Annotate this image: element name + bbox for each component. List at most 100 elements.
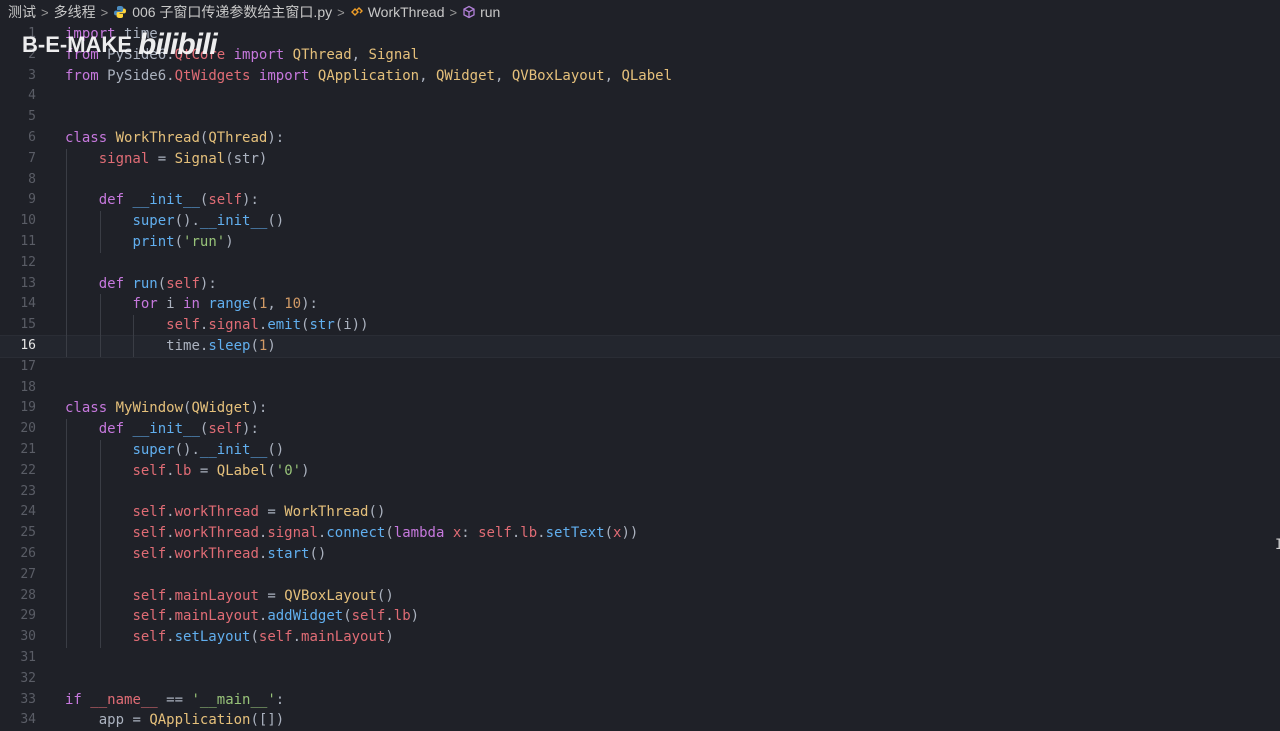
line-number[interactable]: 16 [0, 336, 36, 357]
code-text[interactable]: def __init__(self): [65, 190, 259, 211]
line-number[interactable]: 12 [0, 253, 36, 274]
line-number[interactable]: 31 [0, 648, 36, 669]
line-number[interactable]: 20 [0, 419, 36, 440]
code-text[interactable]: super().__init__() [65, 211, 284, 232]
code-line[interactable]: 4 [0, 86, 1280, 107]
code-text[interactable]: self.workThread.signal.connect(lambda x:… [65, 523, 638, 544]
code-line[interactable]: 32 [0, 669, 1280, 690]
code-line[interactable]: 3 from PySide6.QtWidgets import QApplicat… [0, 66, 1280, 87]
code-line[interactable]: 27 [0, 565, 1280, 586]
code-text[interactable]: def run(self): [65, 274, 217, 295]
code-text[interactable]: time.sleep(1) [65, 336, 276, 357]
code-line[interactable]: 8 [0, 170, 1280, 191]
line-number[interactable]: 14 [0, 294, 36, 315]
code-editor[interactable]: 1 import time 2 from PySide6.QtCore import … [0, 24, 1280, 728]
line-number[interactable]: 29 [0, 606, 36, 627]
code-text[interactable]: class WorkThread(QThread): [65, 128, 284, 149]
line-number[interactable]: 11 [0, 232, 36, 253]
line-number[interactable]: 18 [0, 378, 36, 399]
watermark-left-text: B-E-MAKE [22, 32, 132, 57]
line-number[interactable]: 34 [0, 710, 36, 731]
line-number[interactable]: 15 [0, 315, 36, 336]
code-text[interactable]: app = QApplication([]) [65, 710, 285, 731]
code-line[interactable]: 23 [0, 482, 1280, 503]
code-line[interactable]: 5 [0, 107, 1280, 128]
code-line[interactable]: 25 self.workThread.signal.connect(lambda… [0, 523, 1280, 544]
line-number[interactable]: 23 [0, 482, 36, 503]
code-text[interactable]: print('run') [65, 232, 233, 253]
code-line[interactable]: 22 self.lb = QLabel('0') [0, 461, 1280, 482]
line-number[interactable]: 33 [0, 690, 36, 711]
code-text[interactable]: class MyWindow(QWidget): [65, 398, 267, 419]
breadcrumb-file[interactable]: 006 子窗口传递参数给主窗口.py [132, 2, 332, 22]
line-number[interactable]: 10 [0, 211, 36, 232]
line-number[interactable]: 3 [0, 66, 36, 87]
code-line[interactable]: 12 [0, 253, 1280, 274]
line-number[interactable]: 4 [0, 86, 36, 107]
breadcrumb-method[interactable]: run [480, 4, 500, 20]
line-number[interactable]: 5 [0, 107, 36, 128]
code-line[interactable]: 13 def run(self): [0, 274, 1280, 295]
code-line[interactable]: 16 time.sleep(1) [0, 335, 1280, 358]
line-number[interactable]: 13 [0, 274, 36, 295]
line-number[interactable]: 27 [0, 565, 36, 586]
code-text[interactable]: for i in range(1, 10): [65, 294, 318, 315]
code-line[interactable]: 24 self.workThread = WorkThread() [0, 502, 1280, 523]
code-line[interactable]: 17 [0, 357, 1280, 378]
code-text[interactable]: if __name__ == '__main__': [65, 690, 284, 711]
code-line[interactable]: 6 class WorkThread(QThread): [0, 128, 1280, 149]
code-line[interactable]: 9 def __init__(self): [0, 190, 1280, 211]
line-number[interactable]: 17 [0, 357, 36, 378]
code-text[interactable]: self.mainLayout = QVBoxLayout() [65, 586, 393, 607]
line-number[interactable]: 9 [0, 190, 36, 211]
code-text[interactable]: self.setLayout(self.mainLayout) [65, 627, 393, 648]
code-line[interactable]: 33 if __name__ == '__main__': [0, 690, 1280, 711]
code-line[interactable]: 15 self.signal.emit(str(i)) [0, 315, 1280, 336]
line-number[interactable]: 28 [0, 586, 36, 607]
code-text[interactable]: self.lb = QLabel('0') [65, 461, 309, 482]
code-text[interactable]: def __init__(self): [65, 419, 259, 440]
code-text[interactable]: self.signal.emit(str(i)) [65, 315, 368, 336]
line-number[interactable]: 26 [0, 544, 36, 565]
line-number[interactable]: 7 [0, 149, 36, 170]
line-number[interactable]: 8 [0, 170, 36, 191]
line-number[interactable]: 6 [0, 128, 36, 149]
line-number[interactable]: 24 [0, 502, 36, 523]
code-line[interactable]: 31 [0, 648, 1280, 669]
code-text[interactable]: self.workThread.start() [65, 544, 326, 565]
code-text[interactable]: from PySide6.QtWidgets import QApplicati… [65, 66, 672, 87]
line-number[interactable]: 30 [0, 627, 36, 648]
code-line[interactable]: 11 print('run') [0, 232, 1280, 253]
code-line[interactable]: 21 super().__init__() [0, 440, 1280, 461]
code-line[interactable]: 7 signal = Signal(str) [0, 149, 1280, 170]
line-number[interactable]: 19 [0, 398, 36, 419]
code-text[interactable]: self.mainLayout.addWidget(self.lb) [65, 606, 419, 627]
code-line[interactable]: 14 for i in range(1, 10): [0, 294, 1280, 315]
line-number[interactable]: 22 [0, 461, 36, 482]
breadcrumb-folder-multithread[interactable]: 多线程 [54, 2, 96, 22]
python-file-icon [114, 6, 127, 18]
code-line[interactable]: 26 self.workThread.start() [0, 544, 1280, 565]
watermark-right-text: bilibili [138, 28, 218, 61]
code-line[interactable]: 28 self.mainLayout = QVBoxLayout() [0, 586, 1280, 607]
text-cursor-icon: I [1275, 537, 1280, 553]
breadcrumb-class[interactable]: WorkThread [368, 4, 445, 20]
line-number[interactable]: 32 [0, 669, 36, 690]
code-line[interactable]: 20 def __init__(self): [0, 419, 1280, 440]
code-text[interactable]: signal = Signal(str) [65, 149, 268, 170]
code-line[interactable]: 10 super().__init__() [0, 211, 1280, 232]
indent-guide [99, 294, 101, 357]
code-text[interactable]: super().__init__() [65, 440, 284, 461]
line-number[interactable]: 21 [0, 440, 36, 461]
method-symbol-icon [463, 5, 475, 19]
code-line[interactable]: 29 self.mainLayout.addWidget(self.lb) [0, 606, 1280, 627]
breadcrumb-folder-test[interactable]: 测试 [8, 2, 36, 22]
code-line[interactable]: 34 app = QApplication([]) [0, 710, 1280, 731]
code-line[interactable]: 19 class MyWindow(QWidget): [0, 398, 1280, 419]
breadcrumb: 测试 > 多线程 > 006 子窗口传递参数给主窗口.py > WorkThre… [0, 0, 1280, 24]
code-text[interactable]: self.workThread = WorkThread() [65, 502, 385, 523]
code-line[interactable]: 30 self.setLayout(self.mainLayout) [0, 627, 1280, 648]
line-number[interactable]: 25 [0, 523, 36, 544]
chevron-right-icon: > [100, 4, 109, 20]
code-line[interactable]: 18 [0, 378, 1280, 399]
